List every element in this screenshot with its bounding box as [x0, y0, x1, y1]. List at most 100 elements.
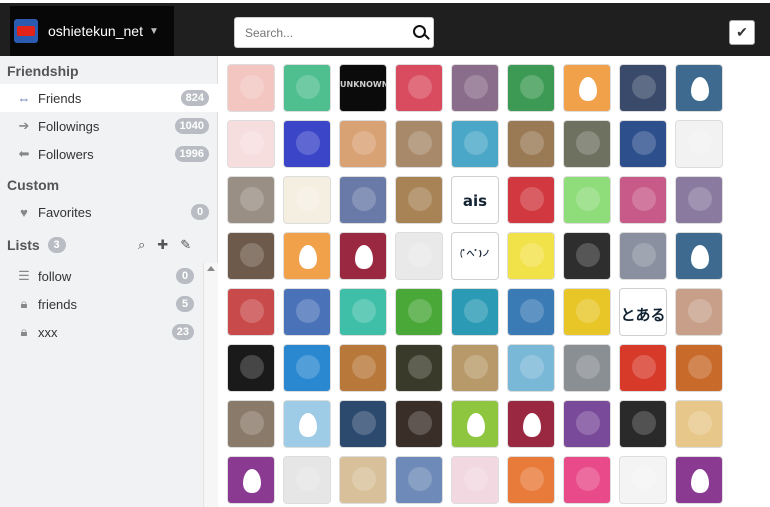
friend-avatar[interactable] — [227, 64, 275, 112]
friend-avatar[interactable] — [339, 400, 387, 448]
friend-avatar[interactable] — [339, 344, 387, 392]
friend-avatar[interactable] — [563, 120, 611, 168]
friend-avatar[interactable] — [507, 64, 555, 112]
default-egg-avatar[interactable] — [507, 400, 555, 448]
friend-avatar[interactable] — [675, 344, 723, 392]
friend-avatar[interactable] — [619, 400, 667, 448]
default-egg-avatar[interactable] — [563, 64, 611, 112]
egg-icon — [243, 469, 261, 493]
friend-avatar[interactable] — [227, 344, 275, 392]
search-input[interactable] — [235, 18, 405, 47]
friend-avatar[interactable] — [675, 176, 723, 224]
friend-avatar[interactable] — [619, 120, 667, 168]
sidebar-item-friends[interactable]: ⇔ Friends 824 — [0, 84, 218, 112]
friend-avatar[interactable] — [619, 176, 667, 224]
friend-avatar[interactable] — [507, 456, 555, 504]
sidebar-item-followers[interactable]: ⬅ Followers 1996 — [0, 140, 218, 168]
default-egg-avatar[interactable] — [675, 456, 723, 504]
friend-avatar[interactable] — [563, 288, 611, 336]
friend-avatar[interactable] — [507, 288, 555, 336]
friend-avatar[interactable] — [619, 232, 667, 280]
friend-avatar[interactable] — [227, 400, 275, 448]
avatar-face — [408, 131, 432, 155]
friend-avatar[interactable] — [339, 176, 387, 224]
default-egg-avatar[interactable] — [227, 456, 275, 504]
friend-avatar[interactable] — [339, 456, 387, 504]
sidebar-item-favorites[interactable]: ♥ Favorites 0 — [0, 198, 218, 226]
sidebar: Friendship ⇔ Friends 824 ➔ Followings 10… — [0, 56, 218, 507]
count-badge: 1040 — [174, 118, 209, 134]
friend-avatar[interactable] — [675, 288, 723, 336]
count-badge: 5 — [176, 296, 194, 312]
egg-icon — [355, 245, 373, 269]
default-egg-avatar[interactable] — [339, 232, 387, 280]
friend-avatar[interactable] — [395, 176, 443, 224]
checkmark-button[interactable]: ✔ — [729, 20, 755, 45]
friend-avatar[interactable] — [451, 456, 499, 504]
friend-avatar[interactable] — [283, 176, 331, 224]
avatar-face — [632, 243, 656, 267]
friend-avatar[interactable] — [227, 288, 275, 336]
friend-avatar[interactable] — [283, 288, 331, 336]
friend-avatar[interactable] — [395, 120, 443, 168]
default-egg-avatar[interactable] — [675, 232, 723, 280]
sidebar-item-xxx[interactable]: 🔒︎ xxx 23 — [0, 318, 203, 346]
sidebar-item-friends-list[interactable]: 🔒︎ friends 5 — [0, 290, 203, 318]
friend-avatar[interactable]: ais — [451, 176, 499, 224]
search-icon[interactable] — [413, 25, 426, 38]
avatar-face — [688, 187, 712, 211]
friend-avatar[interactable] — [563, 400, 611, 448]
sidebar-item-followings[interactable]: ➔ Followings 1040 — [0, 112, 218, 140]
sidebar-item-label: Followings — [38, 118, 100, 134]
friend-avatar[interactable] — [395, 344, 443, 392]
default-egg-avatar[interactable] — [675, 64, 723, 112]
scroll-up-arrow-icon[interactable] — [207, 266, 215, 271]
friend-avatar[interactable] — [395, 232, 443, 280]
default-egg-avatar[interactable] — [283, 232, 331, 280]
friend-avatar[interactable] — [395, 400, 443, 448]
friend-avatar[interactable] — [507, 232, 555, 280]
friend-avatar[interactable] — [563, 176, 611, 224]
friend-avatar[interactable] — [227, 120, 275, 168]
friend-avatar[interactable] — [227, 176, 275, 224]
friend-avatar[interactable] — [675, 120, 723, 168]
sidebar-scrollbar[interactable] — [203, 263, 218, 507]
friend-avatar[interactable] — [507, 344, 555, 392]
friend-avatar[interactable] — [283, 120, 331, 168]
friend-avatar[interactable] — [563, 456, 611, 504]
avatar-face — [576, 467, 600, 491]
friend-avatar[interactable]: (ﾟへﾟ)ノ — [451, 232, 499, 280]
friend-avatar[interactable] — [619, 64, 667, 112]
friend-avatar[interactable]: UNKNOWN — [339, 64, 387, 112]
friend-avatar[interactable] — [563, 232, 611, 280]
friend-avatar[interactable] — [283, 64, 331, 112]
default-egg-avatar[interactable] — [451, 400, 499, 448]
friend-avatar[interactable] — [395, 288, 443, 336]
friend-avatar[interactable] — [451, 64, 499, 112]
friend-avatar[interactable] — [451, 120, 499, 168]
friend-avatar[interactable] — [563, 344, 611, 392]
friend-avatar[interactable] — [675, 400, 723, 448]
friend-avatar[interactable] — [507, 176, 555, 224]
search-lists-icon[interactable]: ⌕ — [138, 237, 145, 253]
default-egg-avatar[interactable] — [283, 400, 331, 448]
friend-avatar[interactable] — [507, 120, 555, 168]
friend-avatar[interactable]: とある — [619, 288, 667, 336]
avatar-face — [296, 299, 320, 323]
friend-avatar[interactable] — [395, 456, 443, 504]
sidebar-item-follow[interactable]: ☰ follow 0 — [0, 262, 203, 290]
friend-avatar[interactable] — [339, 288, 387, 336]
friend-avatar[interactable] — [283, 344, 331, 392]
friend-avatar[interactable] — [451, 288, 499, 336]
friend-avatar[interactable] — [339, 120, 387, 168]
add-list-icon[interactable]: ✚ — [157, 237, 168, 253]
edit-list-icon[interactable]: ✎ — [180, 237, 191, 253]
friend-avatar[interactable] — [227, 232, 275, 280]
friend-avatar[interactable] — [619, 456, 667, 504]
arrow-right-icon: ➔ — [18, 118, 30, 133]
friend-avatar[interactable] — [283, 456, 331, 504]
account-switcher[interactable]: oshietekun_net ▼ — [10, 6, 174, 56]
friend-avatar[interactable] — [395, 64, 443, 112]
friend-avatar[interactable] — [619, 344, 667, 392]
friend-avatar[interactable] — [451, 344, 499, 392]
